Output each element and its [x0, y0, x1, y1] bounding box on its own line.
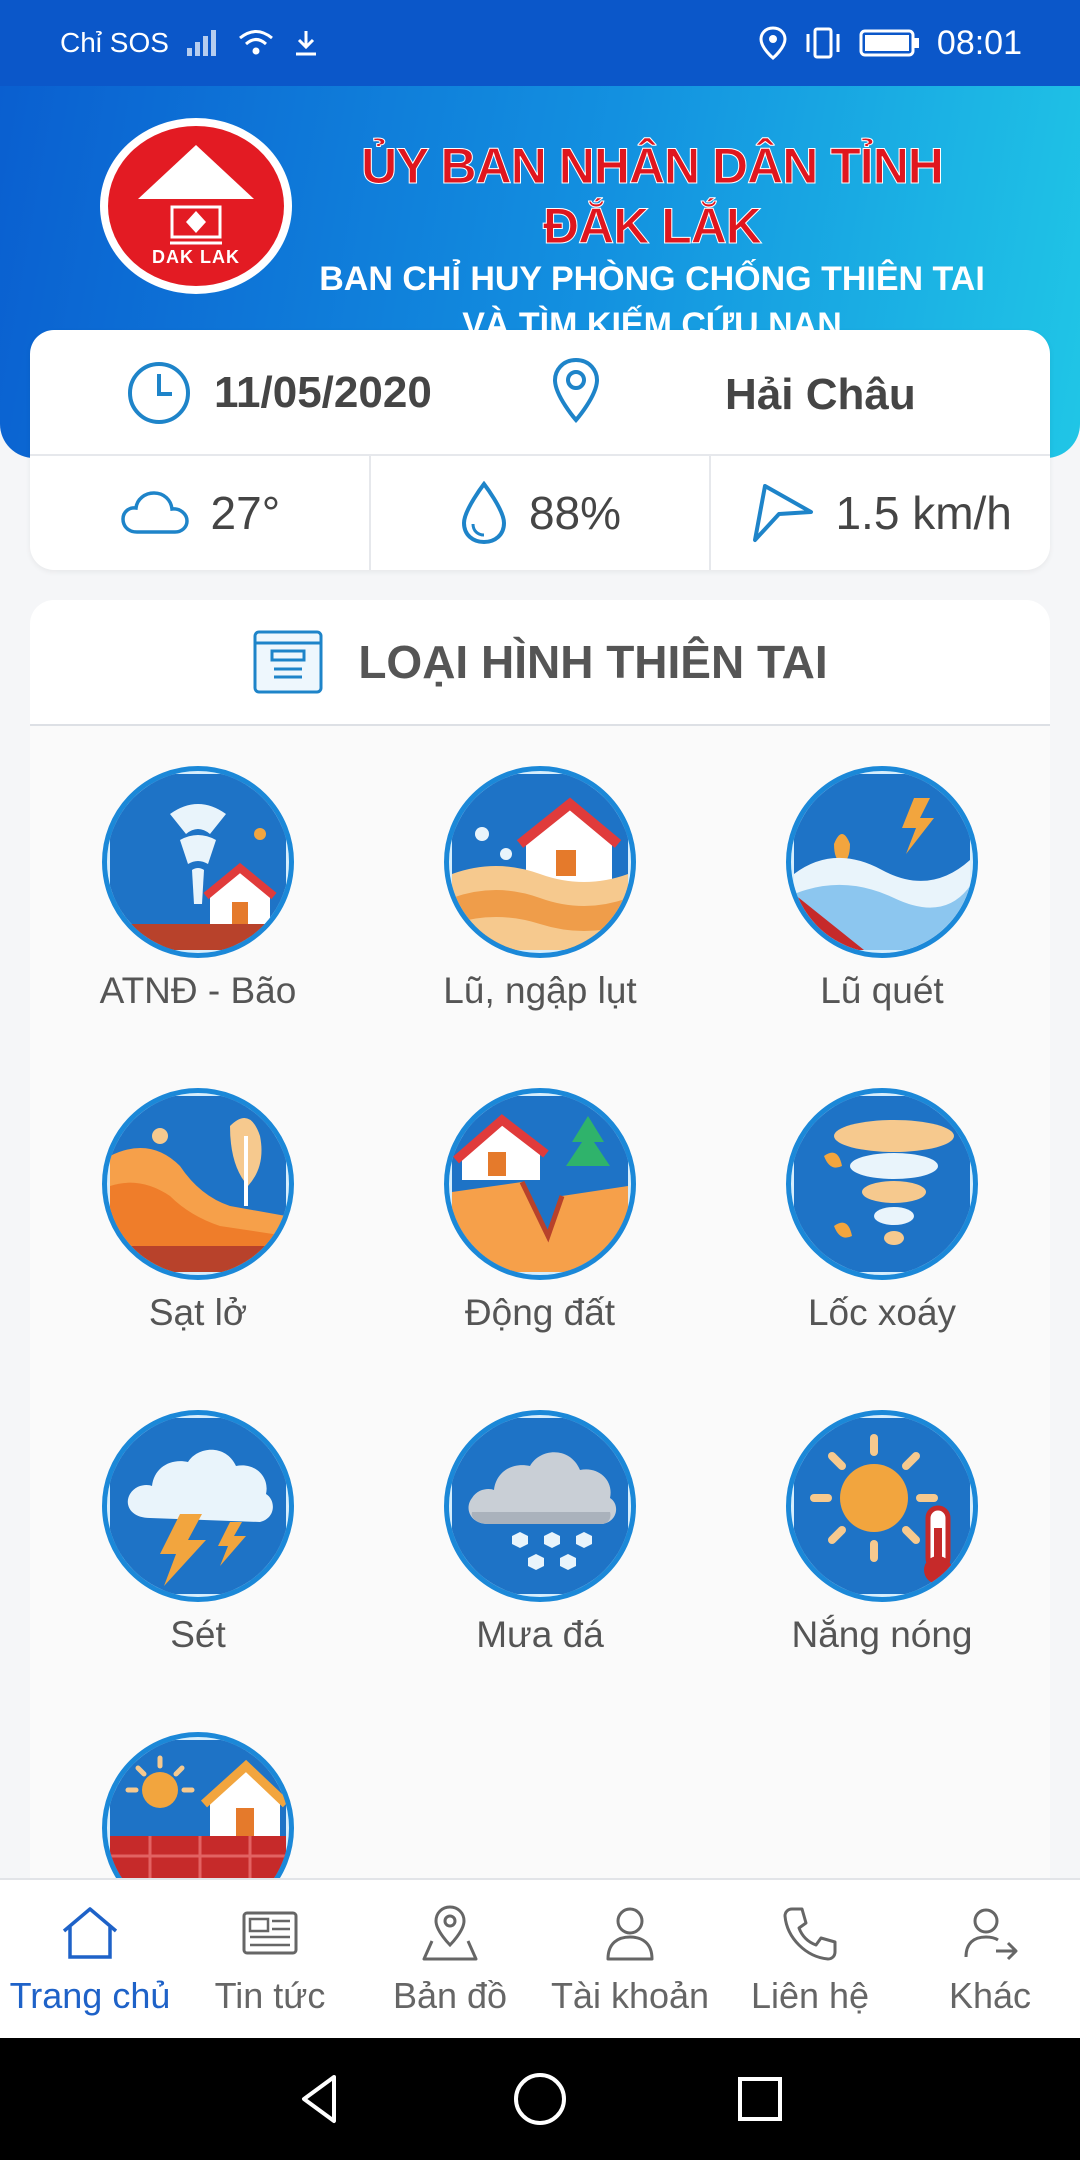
disaster-label: Mưa đá	[476, 1614, 604, 1655]
battery-icon	[859, 29, 919, 57]
nav-news-label: Tin tức	[214, 1975, 326, 2016]
header-title: ỦY BAN NHÂN DÂN TỈNH ĐẮK LẮK BAN CHỈ HUY…	[312, 136, 992, 348]
map-icon	[422, 1905, 478, 1961]
recents-icon[interactable]	[730, 2069, 790, 2129]
wind-direction-icon	[753, 484, 814, 542]
disaster-label: Lũ, ngập lụt	[443, 970, 637, 1011]
nav-contact-label: Liên hệ	[750, 1975, 870, 2016]
temperature-cell: 27°	[30, 456, 371, 570]
flash-flood-icon	[794, 774, 970, 950]
nav-account[interactable]: Tài khoản	[540, 1880, 720, 2038]
humidity-value: 88%	[528, 487, 622, 539]
nav-home-label: Trang chủ	[9, 1975, 171, 2016]
emblem-icon	[170, 205, 222, 244]
header-title-line2: BAN CHỈ HUY PHÒNG CHỐNG THIÊN TAI	[319, 260, 985, 298]
signal-icon	[186, 30, 216, 56]
wind-cell: 1.5 km/h	[711, 456, 1050, 570]
wind-value: 1.5 km/h	[835, 487, 1012, 539]
disaster-item-heat[interactable]: Nắng nóng	[714, 1410, 1050, 1656]
nav-more[interactable]: Khác	[900, 1880, 1080, 2038]
news-icon	[242, 1911, 298, 1955]
wifi-icon	[238, 30, 273, 55]
water-drop-icon	[461, 480, 506, 545]
disaster-label: Sạt lở	[148, 1292, 248, 1333]
download-icon	[295, 31, 316, 56]
carrier-label: Chỉ SOS	[60, 27, 169, 58]
clock-icon	[128, 362, 190, 424]
weather-info-card: 11/05/2020 Hải Châu 27° 88% 1.5 km/h	[30, 330, 1050, 570]
disaster-types-card: LOẠI HÌNH THIÊN TAI ATNĐ - Bão Lũ, ngập …	[30, 600, 1050, 1880]
location-pin-icon[interactable]	[550, 356, 602, 426]
document-icon	[253, 630, 323, 694]
nav-map[interactable]: Bản đồ	[360, 1880, 540, 2038]
account-icon	[606, 1907, 654, 1961]
logo-text: DAK LAK	[152, 246, 240, 267]
earthquake-icon	[452, 1096, 628, 1272]
disaster-item-storm[interactable]: ATNĐ - Bão	[30, 766, 366, 1012]
nav-more-label: Khác	[948, 1975, 1032, 2016]
home-button-icon[interactable]	[510, 2069, 570, 2129]
location-text[interactable]: Hải Châu	[725, 370, 916, 420]
disaster-label: Động đất	[464, 1292, 616, 1333]
nav-account-label: Tài khoản	[550, 1975, 710, 2016]
disaster-label: Nắng nóng	[791, 1614, 973, 1655]
disaster-label: ATNĐ - Bão	[99, 970, 297, 1011]
status-bar: Chỉ SOS 08:01	[0, 0, 1080, 86]
disaster-label: Lốc xoáy	[807, 1292, 957, 1333]
disaster-item-flood[interactable]: Lũ, ngập lụt	[372, 766, 708, 1012]
hail-icon	[452, 1418, 628, 1594]
nav-map-label: Bản đồ	[392, 1975, 508, 2016]
disaster-label: Sét	[170, 1614, 226, 1655]
lightning-icon	[110, 1418, 286, 1594]
humidity-cell: 88%	[371, 456, 712, 570]
vibrate-icon	[806, 27, 840, 59]
clock: 08:01	[936, 23, 1022, 62]
cloud-icon	[120, 491, 189, 534]
bottom-navigation: Trang chủ Tin tức Bản đồ Tài khoản Liên …	[0, 1878, 1080, 2038]
landslide-icon	[110, 1096, 286, 1272]
disaster-item-drought[interactable]	[30, 1732, 366, 1880]
disaster-item-lightning[interactable]: Sét	[30, 1410, 366, 1656]
drought-icon	[110, 1740, 286, 1880]
disaster-label: Lũ quét	[820, 970, 944, 1011]
phone-icon	[783, 1907, 837, 1961]
disaster-types-header: LOẠI HÌNH THIÊN TAI	[30, 600, 1050, 726]
disaster-item-earthquake[interactable]: Động đất	[372, 1088, 708, 1334]
temperature-value: 27°	[210, 487, 281, 539]
province-logo: DAK LAK	[100, 118, 292, 294]
back-icon[interactable]	[290, 2069, 350, 2129]
system-nav-bar	[0, 2038, 1080, 2160]
disaster-item-flash-flood[interactable]: Lũ quét	[714, 766, 1050, 1012]
nav-home[interactable]: Trang chủ	[0, 1880, 180, 2038]
home-icon	[62, 1907, 118, 1959]
flood-icon	[452, 774, 628, 950]
disaster-types-title: LOẠI HÌNH THIÊN TAI	[358, 636, 828, 688]
disaster-item-hail[interactable]: Mưa đá	[372, 1410, 708, 1656]
heat-icon	[794, 1418, 970, 1594]
header-title-line1: ỦY BAN NHÂN DÂN TỈNH ĐẮK LẮK	[361, 138, 945, 255]
tornado-icon	[794, 1096, 970, 1272]
disaster-item-tornado[interactable]: Lốc xoáy	[714, 1088, 1050, 1334]
nav-contact[interactable]: Liên hệ	[720, 1880, 900, 2038]
location-status-icon	[759, 26, 787, 60]
more-icon	[964, 1908, 1018, 1961]
nav-news[interactable]: Tin tức	[180, 1880, 360, 2038]
disaster-item-landslide[interactable]: Sạt lở	[30, 1088, 366, 1334]
date-text: 11/05/2020	[214, 368, 432, 417]
storm-icon	[110, 774, 286, 950]
